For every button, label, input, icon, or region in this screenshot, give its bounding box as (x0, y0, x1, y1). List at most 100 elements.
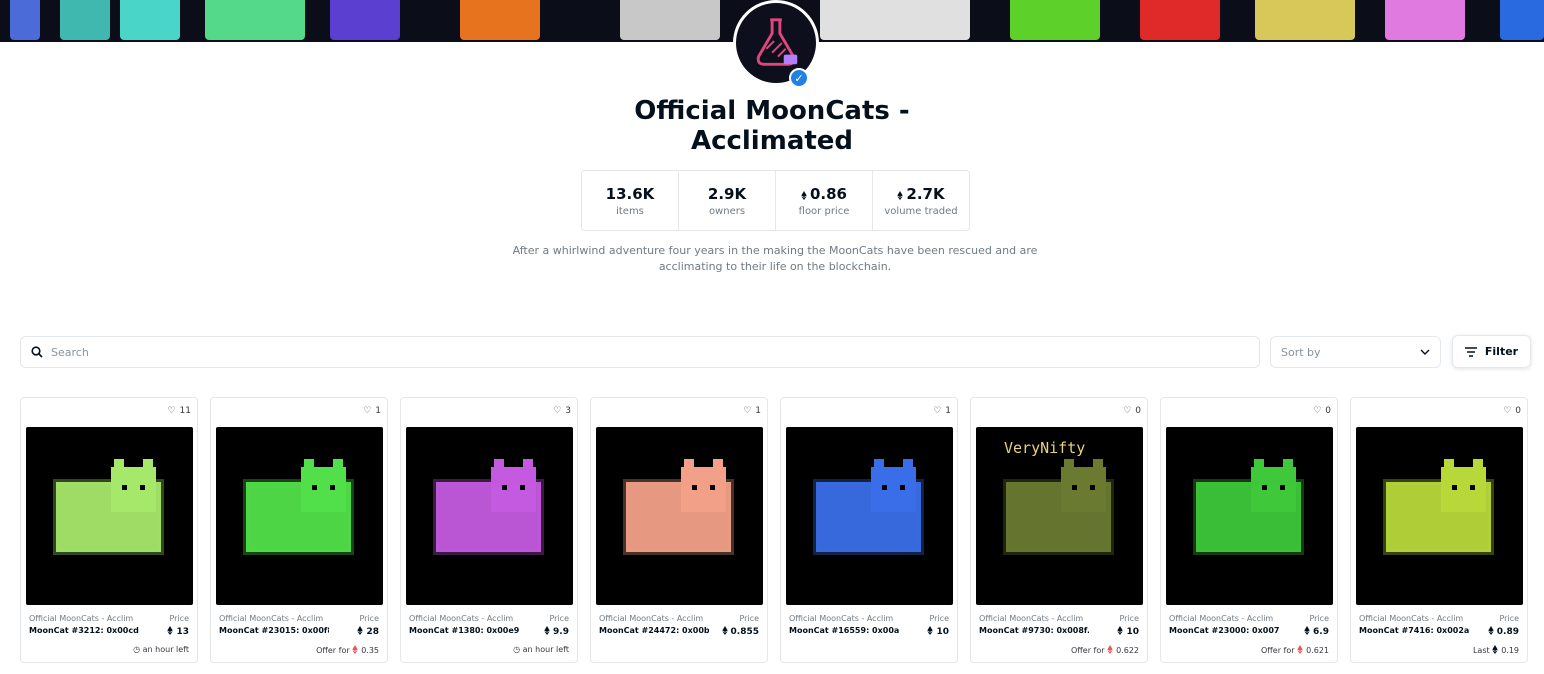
nft-grid: ♡ 11 Official MoonCats - Acclim Price MoonCa… (20, 397, 1528, 663)
banner-cat (10, 0, 40, 40)
card-price: 9.9 (544, 626, 569, 637)
footer-label: Offer for (1260, 646, 1295, 655)
price-value: 10 (1126, 627, 1139, 637)
search-bar[interactable] (20, 336, 1260, 368)
card-collection-name[interactable]: Official MoonCats - Acclim (1359, 614, 1469, 623)
nft-card[interactable]: ♡ 0 Official MoonCats - Acclim Price MoonCat… (1160, 397, 1338, 663)
search-icon (31, 346, 43, 358)
favorite-count: 0 (1135, 406, 1141, 416)
time-left: an hour left (142, 645, 189, 654)
sort-dropdown[interactable]: Sort by (1270, 336, 1441, 368)
collection-description: After a whirlwind adventure four years i… (512, 244, 1038, 273)
price-label: Price (549, 614, 569, 623)
eth-icon (897, 190, 904, 200)
card-item-name[interactable]: MoonCat #1380: 0x00e9... (409, 626, 519, 635)
card-item-name[interactable]: MoonCat #16559: 0x00a... (789, 626, 899, 635)
banner-cat (820, 0, 970, 40)
heart-icon: ♡ (167, 406, 176, 416)
filter-button[interactable]: Filter (1452, 335, 1531, 368)
flask-logo-icon (756, 18, 798, 66)
favorite-button[interactable]: ♡ 0 (1123, 406, 1141, 416)
nft-card[interactable]: ♡ 1 Official MoonCats - Acclim Price MoonCat… (780, 397, 958, 663)
card-item-name[interactable]: MoonCat #7416: 0x002a... (1359, 626, 1469, 635)
nft-image[interactable] (1166, 427, 1333, 605)
mooncat-pixel-art (433, 459, 544, 555)
card-collection-name[interactable]: Official MoonCats - Acclim (1169, 614, 1279, 623)
favorite-button[interactable]: ♡ 1 (743, 406, 761, 416)
nft-card[interactable]: ♡ 3 Official MoonCats - Acclim Price MoonCat… (400, 397, 578, 663)
stat-label: owners (708, 205, 746, 217)
banner-cat (1140, 0, 1220, 40)
nft-image[interactable] (786, 427, 953, 605)
verified-badge-icon: ✓ (789, 68, 809, 88)
nft-image[interactable] (1356, 427, 1523, 605)
card-item-name[interactable]: MoonCat #3212: 0x00cd... (29, 626, 139, 635)
card-collection-name[interactable]: Official MoonCats - Acclim (29, 614, 139, 623)
card-item-name[interactable]: MoonCat #23015: 0x00f8... (219, 626, 329, 635)
stat-label: volume traded (884, 205, 958, 217)
mooncat-pixel-art (1383, 459, 1494, 555)
card-collection-name[interactable]: Official MoonCats - Acclim (789, 614, 899, 623)
favorite-count: 1 (375, 406, 381, 416)
collection-stats: 13.6K items 2.9K owners 0.86 floor price… (581, 170, 970, 231)
card-item-name[interactable]: MoonCat #23000: 0x007... (1169, 626, 1279, 635)
stat-owners[interactable]: 2.9K owners (679, 171, 776, 230)
stat-value: 2.9K (707, 184, 747, 203)
card-footer: Last 0.19 (1473, 645, 1519, 655)
nft-image[interactable] (216, 427, 383, 605)
heart-icon: ♡ (363, 406, 372, 416)
card-collection-name[interactable]: Official MoonCats - Acclim (409, 614, 519, 623)
eth-icon (357, 626, 364, 635)
search-input[interactable] (51, 345, 1151, 359)
nft-card[interactable]: ♡ 11 Official MoonCats - Acclim Price MoonCa… (20, 397, 198, 663)
card-price: 10 (1117, 626, 1139, 637)
stat-label: floor price (798, 205, 850, 217)
favorite-count: 0 (1515, 406, 1521, 416)
banner-cat (330, 0, 400, 40)
footer-label: Offer for (1070, 646, 1105, 655)
card-collection-name[interactable]: Official MoonCats - Acclim (219, 614, 329, 623)
favorite-count: 1 (945, 406, 951, 416)
stat-volume-traded[interactable]: 2.7K volume traded (873, 171, 969, 230)
card-footer: ◷ an hour left (513, 645, 569, 654)
stat-value-row: 2.7K (897, 185, 945, 203)
card-item-name[interactable]: MoonCat #24472: 0x00b... (599, 626, 709, 635)
nft-card[interactable]: ♡ 0 VeryNifty Official MoonCats - Acclim Pri… (970, 397, 1148, 663)
favorite-button[interactable]: ♡ 0 (1503, 406, 1521, 416)
card-collection-name[interactable]: Official MoonCats - Acclim (599, 614, 709, 623)
favorite-button[interactable]: ♡ 11 (167, 406, 191, 416)
footer-value: 0.19 (1501, 646, 1519, 655)
mooncat-pixel-art (53, 459, 164, 555)
collection-title: Official MoonCats - Acclimated (634, 96, 910, 156)
card-footer: Offer for 0.35 (316, 645, 379, 655)
eth-icon (352, 645, 358, 654)
favorite-button[interactable]: ♡ 3 (553, 406, 571, 416)
card-price: 0.855 (721, 626, 759, 637)
banner-cat (205, 0, 305, 40)
price-value: 0.855 (730, 627, 759, 637)
stat-floor-price[interactable]: 0.86 floor price (776, 171, 873, 230)
nft-card[interactable]: ♡ 0 Official MoonCats - Acclim Price MoonCat… (1350, 397, 1528, 663)
nft-image[interactable]: VeryNifty (976, 427, 1143, 605)
nft-image[interactable] (26, 427, 193, 605)
price-value: 9.9 (553, 627, 569, 637)
card-footer: Offer for 0.621 (1261, 645, 1329, 655)
favorite-count: 3 (565, 406, 571, 416)
stat-items[interactable]: 13.6K items (582, 171, 679, 230)
price-label: Price (1309, 614, 1329, 623)
clock-icon: ◷ (133, 645, 141, 654)
eth-icon (1304, 626, 1310, 635)
nft-card[interactable]: ♡ 1 Official MoonCats - Acclim Price MoonCat… (590, 397, 768, 663)
favorite-button[interactable]: ♡ 1 (933, 406, 951, 416)
banner-cat (1500, 0, 1544, 40)
card-item-name[interactable]: MoonCat #9730: 0x008f... (979, 626, 1089, 635)
nft-image[interactable] (596, 427, 763, 605)
eth-icon (1107, 645, 1113, 654)
nft-image[interactable] (406, 427, 573, 605)
favorite-button[interactable]: ♡ 0 (1313, 406, 1331, 416)
mooncat-pixel-art (1193, 459, 1304, 555)
nft-card[interactable]: ♡ 1 Official MoonCats - Acclim Price MoonCat… (210, 397, 388, 663)
price-value: 13 (176, 627, 189, 637)
favorite-button[interactable]: ♡ 1 (363, 406, 381, 416)
card-collection-name[interactable]: Official MoonCats - Acclim (979, 614, 1089, 623)
